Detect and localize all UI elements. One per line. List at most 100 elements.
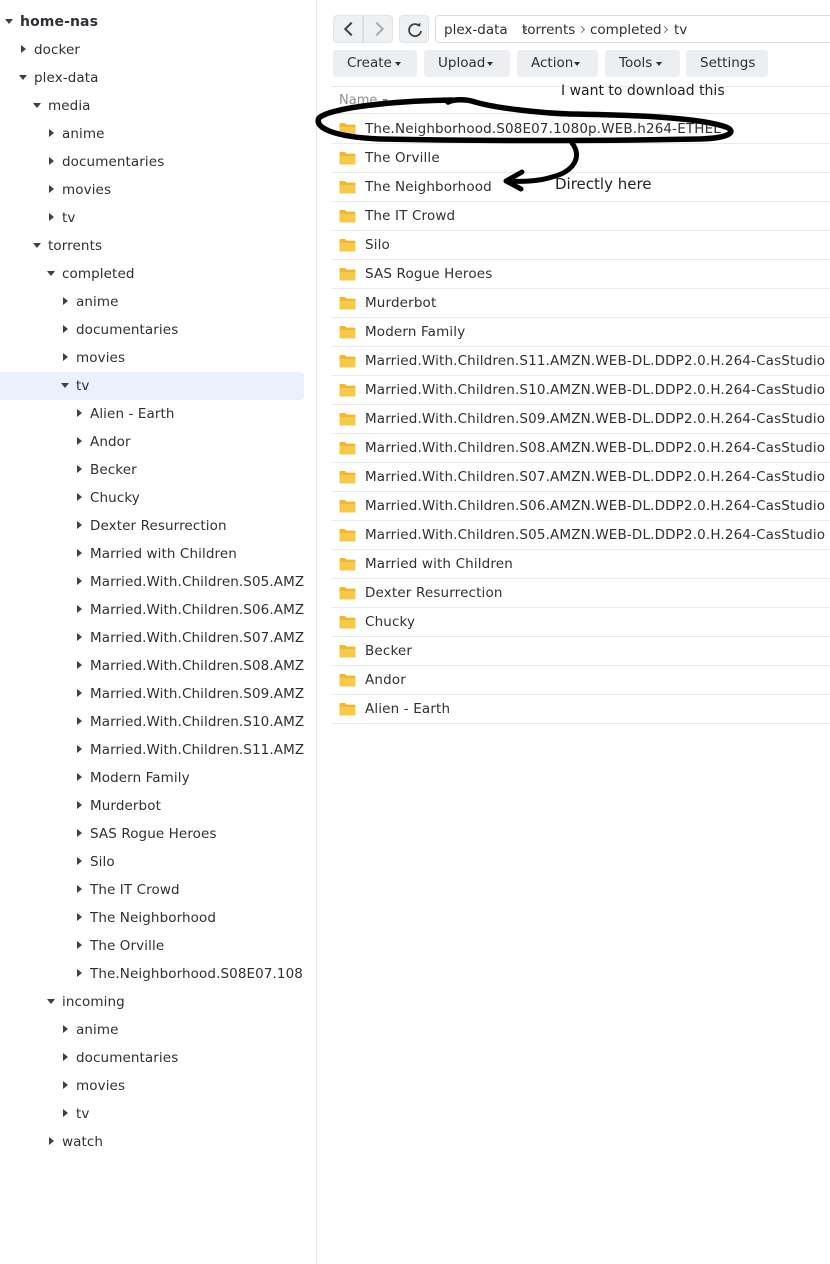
collapse-toggle-icon[interactable]	[77, 969, 82, 977]
tree-item[interactable]: plex-data	[0, 64, 304, 92]
tree-item[interactable]: documentaries	[0, 316, 304, 344]
tree-item[interactable]: Married.With.Children.S08.AMZN	[0, 652, 304, 680]
tree-item[interactable]: movies	[0, 176, 304, 204]
tree-item[interactable]: movies	[0, 344, 304, 372]
file-row[interactable]: Andor	[331, 666, 830, 695]
collapse-toggle-icon[interactable]	[77, 857, 82, 865]
expand-toggle-icon[interactable]	[47, 271, 55, 276]
file-row[interactable]: Murderbot	[331, 289, 830, 318]
file-row[interactable]: Married.With.Children.S09.AMZN.WEB-DL.DD…	[331, 405, 830, 434]
collapse-toggle-icon[interactable]	[49, 213, 54, 221]
tree-item[interactable]: anime	[0, 288, 304, 316]
collapse-toggle-icon[interactable]	[77, 941, 82, 949]
file-row[interactable]: Chucky	[331, 608, 830, 637]
collapse-toggle-icon[interactable]	[49, 185, 54, 193]
collapse-toggle-icon[interactable]	[49, 157, 54, 165]
file-row[interactable]: The Orville	[331, 144, 830, 173]
expand-toggle-icon[interactable]	[33, 103, 41, 108]
file-row[interactable]: Married.With.Children.S07.AMZN.WEB-DL.DD…	[331, 463, 830, 492]
tree-item[interactable]: anime	[0, 1016, 304, 1044]
expand-toggle-icon[interactable]	[5, 19, 13, 24]
collapse-toggle-icon[interactable]	[49, 129, 54, 137]
tree-root[interactable]: home-nas	[0, 8, 304, 36]
tree-item[interactable]: Silo	[0, 848, 304, 876]
expand-toggle-icon[interactable]	[47, 999, 55, 1004]
tree-item[interactable]: tv	[0, 204, 304, 232]
tree-item[interactable]: Married.With.Children.S10.AMZN	[0, 708, 304, 736]
collapse-toggle-icon[interactable]	[77, 801, 82, 809]
file-row[interactable]: Married with Children	[331, 550, 830, 579]
tree-item[interactable]: Becker	[0, 456, 304, 484]
collapse-toggle-icon[interactable]	[63, 353, 68, 361]
collapse-toggle-icon[interactable]	[77, 717, 82, 725]
tree-item[interactable]: tv	[0, 372, 304, 400]
tree-item[interactable]: SAS Rogue Heroes	[0, 820, 304, 848]
tree-item[interactable]: The Orville	[0, 932, 304, 960]
breadcrumb-item[interactable]: completed	[590, 16, 662, 42]
action-button[interactable]: Action	[517, 50, 598, 77]
collapse-toggle-icon[interactable]	[77, 437, 82, 445]
name-column-header[interactable]: Name	[339, 93, 377, 108]
settings-button[interactable]: Settings	[686, 50, 768, 77]
refresh-button[interactable]	[399, 15, 429, 43]
tree-item[interactable]: Chucky	[0, 484, 304, 512]
file-row[interactable]: Married.With.Children.S05.AMZN.WEB-DL.DD…	[331, 521, 830, 550]
tree-item[interactable]: Married.With.Children.S09.AMZN	[0, 680, 304, 708]
tree-item[interactable]: Murderbot	[0, 792, 304, 820]
collapse-toggle-icon[interactable]	[77, 605, 82, 613]
collapse-toggle-icon[interactable]	[63, 297, 68, 305]
breadcrumb-item[interactable]: plex-data	[444, 16, 508, 42]
tree-item[interactable]: documentaries	[0, 1044, 304, 1072]
collapse-toggle-icon[interactable]	[77, 745, 82, 753]
file-row[interactable]: SAS Rogue Heroes	[331, 260, 830, 289]
file-row[interactable]: Dexter Resurrection	[331, 579, 830, 608]
tools-button[interactable]: Tools	[605, 50, 680, 77]
tree-item[interactable]: torrents	[0, 232, 304, 260]
collapse-toggle-icon[interactable]	[21, 45, 26, 53]
collapse-toggle-icon[interactable]	[77, 885, 82, 893]
tree-item[interactable]: Married.With.Children.S11.AMZN	[0, 736, 304, 764]
collapse-toggle-icon[interactable]	[63, 325, 68, 333]
tree-item[interactable]: Dexter Resurrection	[0, 512, 304, 540]
collapse-toggle-icon[interactable]	[77, 549, 82, 557]
tree-item[interactable]: The IT Crowd	[0, 876, 304, 904]
tree-item[interactable]: tv	[0, 1100, 304, 1128]
file-row[interactable]: Married.With.Children.S10.AMZN.WEB-DL.DD…	[331, 376, 830, 405]
file-row[interactable]: Silo	[331, 231, 830, 260]
tree-item[interactable]: documentaries	[0, 148, 304, 176]
file-row[interactable]: Married.With.Children.S06.AMZN.WEB-DL.DD…	[331, 492, 830, 521]
breadcrumb-item[interactable]: torrents	[522, 16, 575, 42]
collapse-toggle-icon[interactable]	[77, 689, 82, 697]
tree-item[interactable]: Married with Children	[0, 540, 304, 568]
collapse-toggle-icon[interactable]	[77, 521, 82, 529]
tree-item[interactable]: Married.With.Children.S05.AMZN	[0, 568, 304, 596]
breadcrumb-item[interactable]: tv	[674, 16, 687, 42]
file-row[interactable]: Modern Family	[331, 318, 830, 347]
tree-item[interactable]: Alien - Earth	[0, 400, 304, 428]
forward-button[interactable]	[363, 15, 393, 43]
file-row[interactable]: Married.With.Children.S11.AMZN.WEB-DL.DD…	[331, 347, 830, 376]
create-button[interactable]: Create	[333, 50, 417, 77]
collapse-toggle-icon[interactable]	[77, 773, 82, 781]
expand-toggle-icon[interactable]	[19, 75, 27, 80]
tree-item[interactable]: The Neighborhood	[0, 904, 304, 932]
tree-item[interactable]: Married.With.Children.S07.AMZN	[0, 624, 304, 652]
tree-item[interactable]: watch	[0, 1128, 304, 1156]
collapse-toggle-icon[interactable]	[63, 1109, 68, 1117]
collapse-toggle-icon[interactable]	[77, 409, 82, 417]
file-row[interactable]: Alien - Earth	[331, 695, 830, 724]
collapse-toggle-icon[interactable]	[77, 465, 82, 473]
tree-item[interactable]: The.Neighborhood.S08E07.1080	[0, 960, 304, 988]
tree-item[interactable]: Married.With.Children.S06.AMZN	[0, 596, 304, 624]
tree-item[interactable]: media	[0, 92, 304, 120]
expand-toggle-icon[interactable]	[33, 243, 41, 248]
collapse-toggle-icon[interactable]	[77, 577, 82, 585]
file-row[interactable]: Becker	[331, 637, 830, 666]
collapse-toggle-icon[interactable]	[77, 913, 82, 921]
tree-item[interactable]: anime	[0, 120, 304, 148]
file-row[interactable]: The.Neighborhood.S08E07.1080p.WEB.h264-E…	[331, 115, 830, 144]
breadcrumb[interactable]: plex-data torrents completed tv	[435, 15, 830, 43]
tree-item[interactable]: Andor	[0, 428, 304, 456]
tree-item[interactable]: completed	[0, 260, 304, 288]
sort-caret-icon[interactable]	[382, 99, 388, 103]
